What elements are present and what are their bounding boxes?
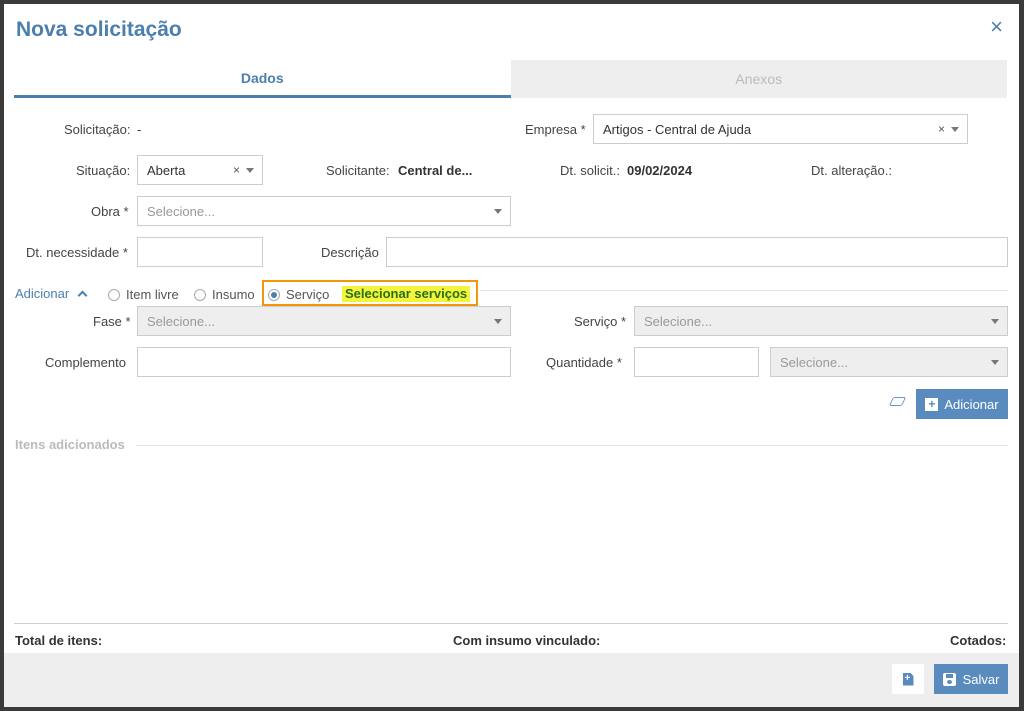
attach-document-button[interactable] xyxy=(892,664,924,694)
obra-label: Obra * xyxy=(91,204,129,219)
quoted-label: Cotados: xyxy=(950,633,1007,648)
tab-anexos[interactable]: Anexos xyxy=(510,60,1007,98)
clear-icon[interactable]: × xyxy=(233,163,240,177)
adicionar-label: Adicionar xyxy=(15,286,70,301)
footer-bar xyxy=(4,653,1019,707)
dt-alteracao-label: Dt. alteração.: xyxy=(811,163,892,178)
plus-icon: + xyxy=(925,397,939,411)
chevron-down-icon[interactable] xyxy=(494,208,502,214)
new-request-modal: Nova solicitação × Dados Anexos Solicita… xyxy=(4,4,1019,707)
radio-insumo[interactable]: Insumo xyxy=(194,287,255,302)
total-items-label: Total de itens: xyxy=(15,633,103,648)
empresa-value: Artigos - Central de Ajuda xyxy=(603,121,752,137)
divider xyxy=(480,290,1008,291)
dt-solicit-label: Dt. solicit.: xyxy=(560,163,620,178)
with-input-label: Com insumo vinculado: xyxy=(453,633,601,648)
dt-necessidade-label: Dt. necessidade * xyxy=(26,245,128,260)
descricao-label: Descrição xyxy=(321,245,379,260)
add-item-button[interactable]: + Adicionar xyxy=(916,389,1008,419)
quantidade-label: Quantidade * xyxy=(546,355,622,370)
chevron-down-icon[interactable] xyxy=(991,359,999,365)
fase-select[interactable]: Selecione... xyxy=(137,306,511,336)
eraser-icon[interactable] xyxy=(888,397,907,406)
items-added-title: Itens adicionados xyxy=(15,437,125,452)
servico-placeholder: Selecione... xyxy=(644,313,712,329)
clear-icon[interactable]: × xyxy=(938,122,945,136)
servico-label: Serviço * xyxy=(574,314,627,329)
fase-label: Fase * xyxy=(93,314,131,329)
radio-icon xyxy=(194,288,206,301)
modal-title: Nova solicitação xyxy=(16,18,182,41)
divider xyxy=(14,623,1008,624)
unidade-placeholder: Selecione... xyxy=(780,354,848,370)
radio-icon xyxy=(108,288,120,301)
empresa-label: Empresa * xyxy=(525,122,586,137)
save-label: Salvar xyxy=(962,671,1000,687)
chevron-up-icon xyxy=(77,290,88,301)
dt-necessidade-input[interactable] xyxy=(137,237,263,267)
unidade-select[interactable]: Selecione... xyxy=(770,347,1008,377)
radio-label: Item livre xyxy=(126,287,179,302)
divider xyxy=(136,445,1008,446)
descricao-input[interactable] xyxy=(386,237,1008,267)
solicitante-label: Solicitante: xyxy=(326,163,390,178)
radio-label: Insumo xyxy=(212,287,255,302)
chevron-down-icon[interactable] xyxy=(246,167,254,173)
chevron-down-icon[interactable] xyxy=(494,318,502,324)
tab-bar: Dados Anexos xyxy=(14,60,1007,98)
obra-select[interactable]: Selecione... xyxy=(137,196,511,226)
close-icon[interactable]: × xyxy=(990,16,1003,38)
empresa-select[interactable]: Artigos - Central de Ajuda × xyxy=(593,114,968,144)
chevron-down-icon[interactable] xyxy=(951,126,959,132)
radio-item-livre[interactable]: Item livre xyxy=(108,287,179,302)
solicitacao-value: - xyxy=(137,122,142,137)
add-document-icon xyxy=(902,672,914,686)
servico-select[interactable]: Selecione... xyxy=(634,306,1008,336)
select-services-link[interactable]: Selecionar serviços xyxy=(342,286,471,302)
solicitacao-label: Solicitação: xyxy=(64,122,131,137)
solicitante-value: Central de... xyxy=(398,163,473,178)
tab-dados[interactable]: Dados xyxy=(14,60,511,98)
adicionar-toggle[interactable]: Adicionar xyxy=(15,286,88,301)
save-icon xyxy=(942,672,956,686)
situacao-value: Aberta xyxy=(147,162,186,178)
complemento-label: Complemento xyxy=(45,355,126,370)
situacao-label: Situação: xyxy=(76,163,131,178)
situacao-select[interactable]: Aberta × xyxy=(137,155,263,185)
obra-placeholder: Selecione... xyxy=(147,203,215,219)
save-button[interactable]: Salvar xyxy=(934,664,1008,694)
quantidade-input[interactable] xyxy=(634,347,759,377)
add-item-label: Adicionar xyxy=(944,396,999,412)
fase-placeholder: Selecione... xyxy=(147,313,215,329)
chevron-down-icon[interactable] xyxy=(991,318,999,324)
dt-solicit-value: 09/02/2024 xyxy=(627,163,693,178)
complemento-input[interactable] xyxy=(137,347,511,377)
